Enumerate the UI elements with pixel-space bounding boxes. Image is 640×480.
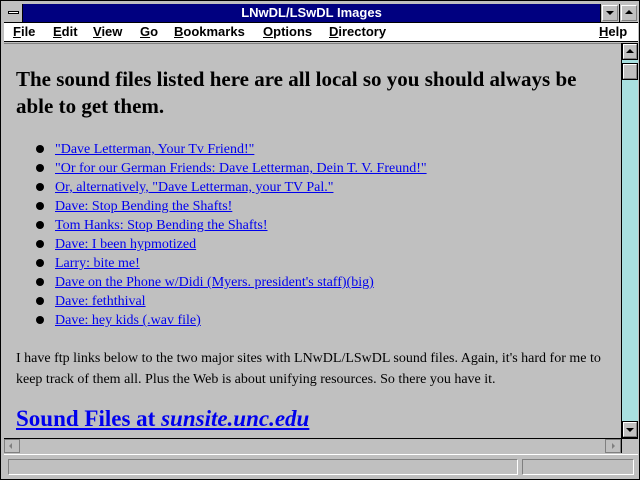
menu-bookmarks[interactable]: Bookmarks (174, 23, 245, 41)
bullet-icon (36, 316, 44, 324)
scrollbar-corner (621, 438, 638, 453)
status-bar (4, 454, 638, 478)
sound-link[interactable]: Dave: I been hypmotized (55, 235, 196, 254)
menu-edit[interactable]: Edit (53, 23, 78, 41)
system-menu-icon[interactable] (4, 4, 23, 22)
browser-window: LNwDL/LSwDL Images File Edit View Go Boo… (0, 0, 640, 480)
bullet-icon (36, 202, 44, 210)
title-bar[interactable]: LNwDL/LSwDL Images (4, 4, 638, 23)
sound-link[interactable]: Larry: bite me! (55, 254, 140, 273)
sound-link[interactable]: Tom Hanks: Stop Bending the Shafts! (55, 216, 268, 235)
page-content: The sound files listed here are all loca… (4, 43, 621, 438)
bullet-icon (36, 221, 44, 229)
sound-link[interactable]: Dave on the Phone w/Didi (Myers. preside… (55, 273, 374, 292)
menu-go[interactable]: Go (140, 23, 158, 41)
minimize-button[interactable] (600, 4, 619, 22)
arrow-up-icon (626, 49, 634, 53)
bullet-icon (36, 278, 44, 286)
scroll-left-button[interactable] (4, 439, 20, 453)
bullet-icon (36, 259, 44, 267)
page-heading: The sound files listed here are all loca… (16, 67, 577, 118)
bullet-icon (36, 240, 44, 248)
arrow-left-icon (9, 443, 12, 449)
section-link-site: sunsite.unc.edu (161, 406, 310, 431)
bullet-icon (36, 164, 44, 172)
sound-link[interactable]: "Dave Letterman, Your Tv Friend!" (55, 140, 254, 159)
section-link-prefix: Sound Files at (16, 406, 162, 431)
progress-indicator (522, 459, 634, 475)
scroll-right-button[interactable] (605, 439, 621, 453)
sound-link[interactable]: Dave: hey kids (.wav file) (55, 311, 201, 330)
arrow-right-icon (612, 443, 615, 449)
bullet-icon (36, 145, 44, 153)
bullet-icon (36, 183, 44, 191)
bullet-icon (36, 297, 44, 305)
menu-directory[interactable]: Directory (329, 23, 386, 41)
horizontal-scrollbar[interactable] (4, 438, 621, 453)
menu-file[interactable]: File (13, 23, 35, 41)
arrow-down-icon (626, 428, 634, 432)
sound-link[interactable]: Or, alternatively, "Dave Letterman, your… (55, 178, 333, 197)
menu-help[interactable]: Help (599, 23, 627, 41)
menu-options[interactable]: Options (263, 23, 312, 41)
scroll-up-button[interactable] (622, 43, 638, 60)
window-title: LNwDL/LSwDL Images (241, 5, 382, 20)
sound-link[interactable]: "Or for our German Friends: Dave Letterm… (55, 159, 427, 178)
menu-bar: File Edit View Go Bookmarks Options Dire… (4, 23, 638, 42)
menu-view[interactable]: View (93, 23, 122, 41)
sound-link[interactable]: Dave: Stop Bending the Shafts! (55, 197, 232, 216)
intro-paragraph: I have ftp links below to the two major … (16, 351, 601, 387)
maximize-button[interactable] (619, 4, 638, 22)
status-text (8, 459, 518, 475)
vertical-scrollbar[interactable] (621, 43, 638, 438)
sound-link[interactable]: Dave: feththival (55, 292, 146, 311)
sunsite-section-link[interactable]: Sound Files at sunsite.unc.edu (16, 406, 309, 432)
minimize-icon (606, 11, 614, 15)
scroll-thumb[interactable] (622, 63, 638, 80)
maximize-icon (625, 10, 633, 14)
scroll-down-button[interactable] (622, 421, 638, 438)
